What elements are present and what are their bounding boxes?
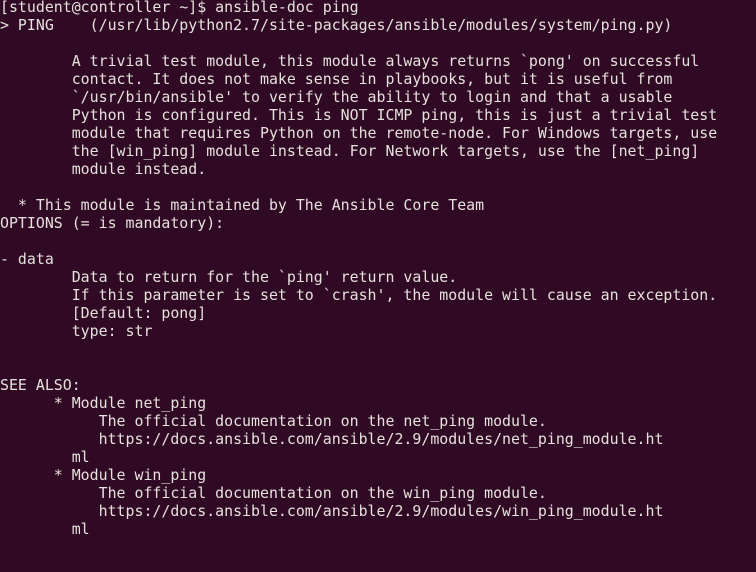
terminal-line: SEE ALSO: xyxy=(0,376,81,394)
terminal-line: A trivial test module, this module alway… xyxy=(0,52,700,70)
terminal-line: ml xyxy=(0,520,90,538)
terminal-line: the [win_ping] module instead. For Netwo… xyxy=(0,142,700,160)
terminal-line: [Default: pong] xyxy=(0,304,207,322)
terminal-line: type: str xyxy=(0,322,153,340)
terminal-line: OPTIONS (= is mandatory): xyxy=(0,214,225,232)
terminal-output[interactable]: [student@controller ~]$ ansible-doc ping… xyxy=(0,0,756,538)
terminal-line: > PING (/usr/lib/python2.7/site-packages… xyxy=(0,16,673,34)
terminal-line: The official documentation on the win_pi… xyxy=(0,484,547,502)
terminal-line: - data xyxy=(0,250,54,268)
terminal-line: `/usr/bin/ansible' to verify the ability… xyxy=(0,88,673,106)
terminal-line: https://docs.ansible.com/ansible/2.9/mod… xyxy=(0,502,664,520)
terminal-line: * Module win_ping xyxy=(0,466,207,484)
terminal-line: ml xyxy=(0,448,90,466)
terminal-line: module that requires Python on the remot… xyxy=(0,124,718,142)
terminal-line: contact. It does not make sense in playb… xyxy=(0,70,673,88)
terminal-line: * Module net_ping xyxy=(0,394,207,412)
terminal-line: https://docs.ansible.com/ansible/2.9/mod… xyxy=(0,430,664,448)
terminal-line: module instead. xyxy=(0,160,207,178)
terminal-line: * This module is maintained by The Ansib… xyxy=(0,196,485,214)
terminal-line: The official documentation on the net_pi… xyxy=(0,412,547,430)
command-prompt-line: [student@controller ~]$ ansible-doc ping xyxy=(0,0,359,16)
terminal-line: Data to return for the `ping' return val… xyxy=(0,268,458,286)
terminal-line: If this parameter is set to `crash', the… xyxy=(0,286,718,304)
terminal-line: Python is configured. This is NOT ICMP p… xyxy=(0,106,718,124)
